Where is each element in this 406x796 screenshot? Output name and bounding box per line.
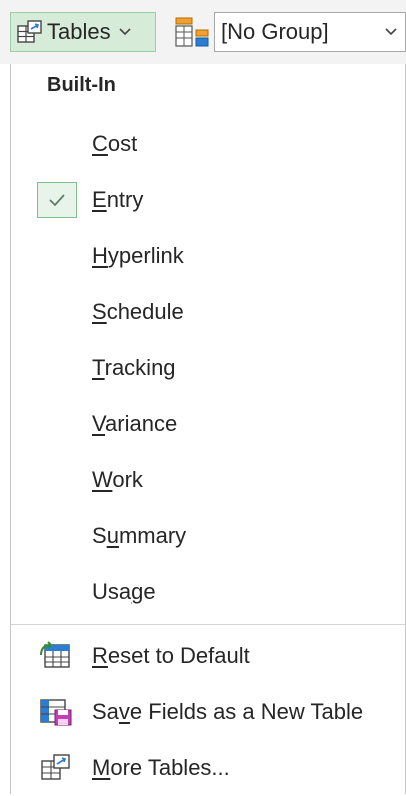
chevron-down-icon [385, 28, 397, 36]
menu-item-reset-to-default[interactable]: Reset to Default [11, 628, 405, 684]
reset-table-icon [40, 641, 70, 668]
menu-item-label: Reset to Default [92, 643, 250, 668]
menu-item-variance[interactable]: Variance [11, 396, 405, 452]
menu-item-label: Entry [92, 187, 144, 212]
menu-item-usage[interactable]: Usage [11, 564, 405, 620]
save-table-icon [40, 699, 72, 726]
tables-button-label: Tables [47, 19, 111, 44]
menu-item-label: Tracking [92, 355, 176, 380]
menu-item-entry[interactable]: Entry [11, 172, 405, 228]
group-by-icon[interactable] [174, 16, 210, 48]
menu-item-label: Save Fields as a New Table [92, 699, 364, 724]
menu-item-label: Schedule [92, 299, 184, 324]
menu-item-label: Variance [92, 411, 178, 436]
group-select[interactable]: [No Group] [214, 12, 406, 52]
menu-item-schedule[interactable]: Schedule [11, 284, 405, 340]
menu-item-label: Usage [92, 579, 156, 604]
menu-item-work[interactable]: Work [11, 452, 405, 508]
checkmark-icon [49, 194, 65, 207]
tables-icon [17, 20, 42, 43]
ribbon-toolbar: Tables [No Group] [0, 0, 406, 64]
menu-divider [11, 624, 405, 625]
menu-item-label: Work [92, 467, 143, 492]
tables-button[interactable]: Tables [10, 12, 156, 52]
menu-item-cost[interactable]: Cost [11, 116, 405, 172]
more-tables-icon [41, 754, 70, 780]
group-select-value: [No Group] [221, 19, 329, 44]
menu-item-summary[interactable]: Summary [11, 508, 405, 564]
menu-item-label: Hyperlink [92, 243, 184, 268]
tables-dropdown-menu: Built-In Cost Entry Hyperlink Schedule T… [10, 64, 406, 794]
menu-item-tracking[interactable]: Tracking [11, 340, 405, 396]
menu-item-hyperlink[interactable]: Hyperlink [11, 228, 405, 284]
menu-item-label: More Tables... [92, 755, 230, 780]
menu-item-more-tables[interactable]: More Tables... [11, 740, 405, 796]
menu-item-label: Summary [92, 523, 187, 548]
section-header-built-in: Built-In [47, 74, 116, 96]
menu-item-save-fields-as-new-table[interactable]: Save Fields as a New Table [11, 684, 405, 740]
checked-indicator [37, 182, 77, 218]
menu-item-label: Cost [92, 131, 138, 156]
chevron-down-icon [119, 28, 131, 36]
